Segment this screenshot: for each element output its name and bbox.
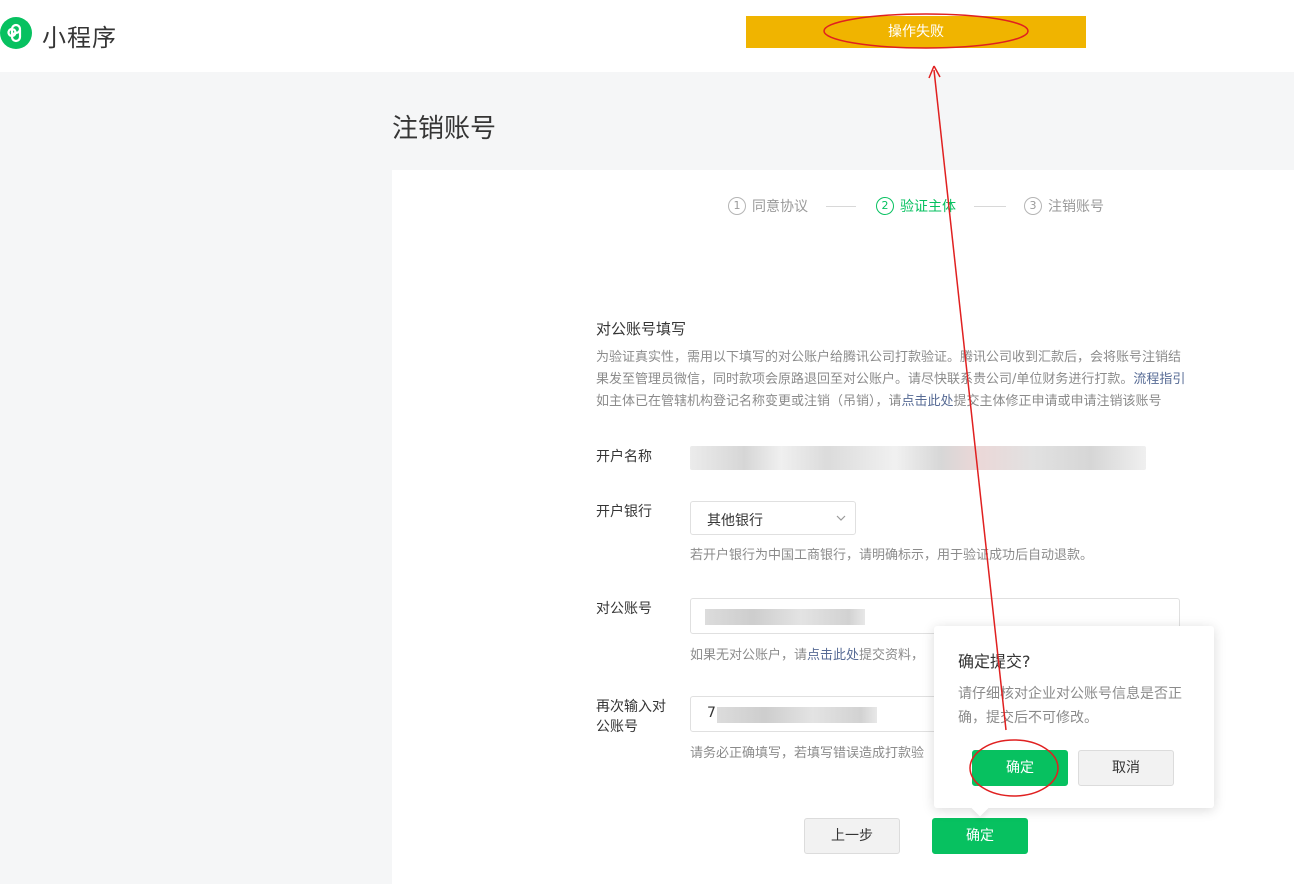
reenter-hint: 请务必正确填写，若填写错误造成打款验 <box>690 746 925 761</box>
popover-cancel-button[interactable]: 取消 <box>1078 750 1174 786</box>
bank-hint: 若开户银行为中国工商银行，请明确标示，用于验证成功后自动退款。 <box>690 548 1094 563</box>
prev-step-button[interactable]: 上一步 <box>804 818 900 854</box>
step-label: 同意协议 <box>752 199 808 215</box>
click-here-link[interactable]: 点击此处 <box>902 394 954 409</box>
chevron-down-icon <box>836 515 846 521</box>
mini-program-logo-icon <box>0 17 32 49</box>
desc-text: 如主体已在管辖机构登记名称变更或注销（吊销），请 <box>596 394 902 409</box>
step-divider <box>826 206 856 207</box>
reenter-account-label: 再次输入对 公账号 <box>596 697 666 737</box>
confirm-button[interactable]: 确定 <box>932 818 1028 854</box>
step-3: 3 注销账号 <box>1024 196 1104 216</box>
step-label: 注销账号 <box>1048 199 1104 215</box>
desc-line: 果发至管理员微信，同时款项会原路退回至对公账户。请尽快联系贵公司/单位财务进行打… <box>596 369 1236 391</box>
popover-confirm-button[interactable]: 确定 <box>972 750 1068 786</box>
page-title: 注销账号 <box>392 114 497 144</box>
bank-label: 开户银行 <box>596 504 652 520</box>
reenter-value-redacted <box>717 707 877 723</box>
hint-text: 提交资料， <box>859 648 925 663</box>
error-toast: 操作失败 <box>746 16 1086 48</box>
step-label: 验证主体 <box>900 199 956 215</box>
step-2: 2 验证主体 <box>876 196 956 216</box>
desc-line: 为验证真实性，需用以下填写的对公账户给腾讯公司打款验证。腾讯公司收到汇款后，会将… <box>596 350 1182 365</box>
desc-text: 果发至管理员微信，同时款项会原路退回至对公账户。请尽快联系贵公司/单位财务进行打… <box>596 372 1134 387</box>
popover-title: 确定提交? <box>958 652 1031 671</box>
confirm-popover: 确定提交? 请仔细核对企业对公账号信息是否正确，提交后不可修改。 确定 取消 <box>934 626 1214 817</box>
step-number: 1 <box>728 197 746 215</box>
app-name: 小程序 <box>42 24 117 52</box>
account-name-label: 开户名称 <box>596 449 652 465</box>
account-name-value-redacted <box>690 446 1146 470</box>
process-guide-link[interactable]: 流程指引 <box>1133 372 1185 387</box>
bank-select-value: 其他银行 <box>707 513 763 529</box>
step-number: 3 <box>1024 197 1042 215</box>
step-1: 1 同意协议 <box>728 196 808 216</box>
submit-materials-link[interactable]: 点击此处 <box>807 648 859 663</box>
section-title: 对公账号填写 <box>596 320 687 338</box>
desc-line: 如主体已在管辖机构登记名称变更或注销（吊销），请点击此处提交主体修正申请或申请注… <box>596 391 1236 413</box>
account-number-label: 对公账号 <box>596 601 652 617</box>
bank-select[interactable]: 其他银行 <box>690 501 856 535</box>
reenter-value-prefix: 7 <box>707 705 716 721</box>
account-hint: 如果无对公账户，请点击此处提交资料， <box>690 644 924 663</box>
top-bar: 小程序 <box>0 0 1294 72</box>
hint-text: 如果无对公账户，请 <box>690 648 808 663</box>
label-line: 再次输入对 <box>596 699 666 715</box>
desc-text: 提交主体修正申请或申请注销该账号 <box>953 394 1162 409</box>
account-number-redacted <box>705 609 865 625</box>
section-description: 为验证真实性，需用以下填写的对公账户给腾讯公司打款验证。腾讯公司收到汇款后，会将… <box>596 347 1236 413</box>
step-number: 2 <box>876 197 894 215</box>
label-line: 公账号 <box>596 719 638 735</box>
popover-text: 请仔细核对企业对公账号信息是否正确，提交后不可修改。 <box>958 686 1182 726</box>
step-divider <box>974 206 1006 207</box>
